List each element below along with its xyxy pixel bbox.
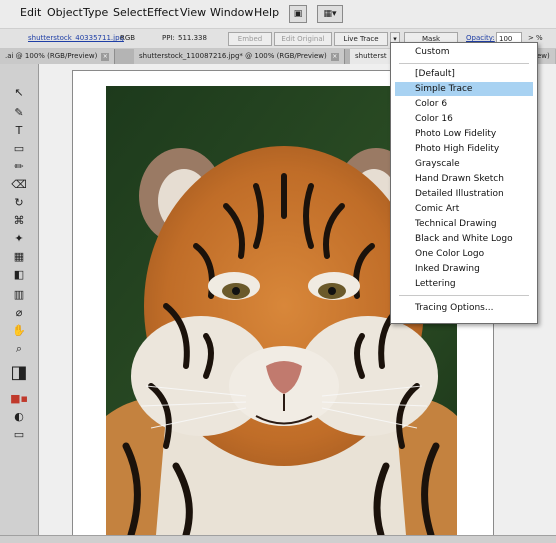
zoom-tool-icon[interactable]: ⌕ [8, 340, 30, 358]
preset-photo-high-fidelity[interactable]: Photo High Fidelity [395, 142, 533, 156]
menu-help[interactable]: Help [254, 6, 279, 19]
preset-inked-drawing[interactable]: Inked Drawing [395, 262, 533, 276]
bridge-icon[interactable]: ▣ [289, 5, 307, 23]
menu-divider [399, 63, 529, 64]
menu-object[interactable]: Object [47, 6, 83, 19]
rectangle-tool-icon[interactable]: ▭ [8, 140, 30, 158]
menu-type[interactable]: Type [83, 6, 108, 19]
menu-window[interactable]: Window [210, 6, 253, 19]
percent-sign: % [536, 34, 543, 42]
close-icon[interactable]: × [101, 53, 110, 61]
preset-comic-art[interactable]: Comic Art [395, 202, 533, 216]
preset-simple-trace[interactable]: Simple Trace [395, 82, 533, 96]
type-tool-icon[interactable]: T [8, 122, 30, 140]
screen-mode-icon[interactable]: ▭ [8, 426, 30, 444]
document-tab-2[interactable]: shutterstock_110087216.jpg* @ 100% (RGB/… [134, 49, 345, 64]
hand-tool-icon[interactable]: ✋ [8, 322, 30, 340]
opacity-label[interactable]: Opacity: [466, 34, 495, 42]
preset-custom[interactable]: Custom [395, 45, 533, 59]
preset-default[interactable]: [Default] [395, 67, 533, 81]
edit-original-button[interactable]: Edit Original [274, 32, 332, 46]
tracing-presets-dropdown: Custom [Default] Simple Trace Color 6 Co… [390, 42, 538, 324]
embed-button[interactable]: Embed [228, 32, 272, 46]
preset-color-6[interactable]: Color 6 [395, 97, 533, 111]
menu-edit[interactable]: Edit [20, 6, 41, 19]
eyedropper-tool-icon[interactable]: ⌀ [8, 304, 30, 322]
preset-lettering[interactable]: Lettering [395, 277, 533, 291]
close-icon[interactable]: × [330, 53, 339, 61]
tools-panel: ↖ ✎ T ▭ ✏ ⌫ ↻ ⌘ ✦ ▦ ◧ ▥ ⌀ ✋ ⌕ ◨ ■▪ ◐ ▭ [0, 64, 39, 535]
preset-photo-low-fidelity[interactable]: Photo Low Fidelity [395, 127, 533, 141]
gradient-tool-icon[interactable]: ◧ [8, 266, 30, 284]
opacity-arrow-icon[interactable]: > [528, 34, 534, 42]
lasso-tool-icon[interactable]: ✎ [8, 104, 30, 122]
rotate-tool-icon[interactable]: ↻ [8, 194, 30, 212]
color-mode-icon[interactable]: ■▪ [8, 390, 30, 408]
menu-view[interactable]: View [180, 6, 206, 19]
tracing-options-menu-item[interactable]: Tracing Options... [395, 301, 533, 315]
warp-tool-icon[interactable]: ⌘ [8, 212, 30, 230]
symbol-tool-icon[interactable]: ✦ [8, 230, 30, 248]
graph-tool-icon[interactable]: ▥ [8, 286, 30, 304]
pencil-tool-icon[interactable]: ✏ [8, 158, 30, 176]
tab-label: .ai @ 100% (RGB/Preview) [5, 52, 98, 60]
eraser-tool-icon[interactable]: ⌫ [8, 176, 30, 194]
preset-technical-drawing[interactable]: Technical Drawing [395, 217, 533, 231]
color-mode: RGB [120, 34, 136, 42]
preset-grayscale[interactable]: Grayscale [395, 157, 533, 171]
ppi-value: 511.338 [178, 34, 207, 42]
preset-black-and-white-logo[interactable]: Black and White Logo [395, 232, 533, 246]
drawing-modes-icon[interactable]: ◐ [8, 408, 30, 426]
mesh-tool-icon[interactable]: ▦ [8, 248, 30, 266]
ppi-label: PPI: [162, 34, 175, 42]
direct-selection-tool-icon[interactable]: ↖ [8, 84, 30, 102]
preset-color-16[interactable]: Color 16 [395, 112, 533, 126]
preset-hand-drawn-sketch[interactable]: Hand Drawn Sketch [395, 172, 533, 186]
menu-effect[interactable]: Effect [147, 6, 179, 19]
tab-label: shutterst [355, 52, 387, 60]
arrange-documents-icon[interactable]: ▦▾ [317, 5, 343, 23]
fill-stroke-icon[interactable]: ◨ [8, 364, 30, 382]
linked-file-name[interactable]: shutterstock_40335711.jpg [28, 34, 124, 42]
document-tab-3[interactable]: shutterst [350, 49, 393, 64]
preset-one-color-logo[interactable]: One Color Logo [395, 247, 533, 261]
menu-divider [399, 295, 529, 296]
live-trace-button[interactable]: Live Trace [334, 32, 388, 46]
preset-detailed-illustration[interactable]: Detailed Illustration [395, 187, 533, 201]
document-tab-1[interactable]: .ai @ 100% (RGB/Preview) × [0, 49, 116, 64]
menu-bar: Edit Object Type Select Effect View Wind… [0, 0, 556, 29]
menu-select[interactable]: Select [113, 6, 147, 19]
tab-label: shutterstock_110087216.jpg* @ 100% (RGB/… [139, 52, 327, 60]
